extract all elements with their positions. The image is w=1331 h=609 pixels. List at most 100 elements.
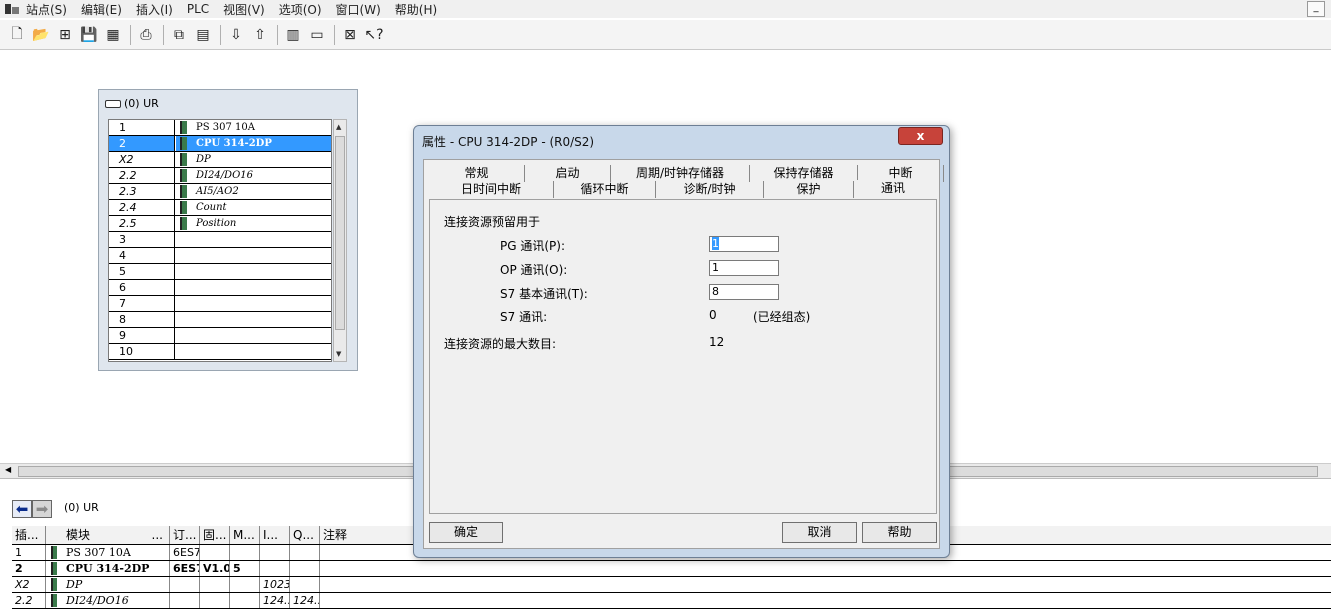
tab-diagnostics-clock[interactable]: 诊断/时钟 [656, 181, 764, 198]
rack-row[interactable]: X2 DP [109, 152, 331, 168]
rack-row[interactable]: 2.2 DI24/DO16 [109, 168, 331, 184]
rack-module: Count [176, 200, 331, 215]
module-icon [180, 201, 187, 214]
rack-row[interactable]: 6 [109, 280, 331, 296]
cell-m [230, 577, 260, 592]
scroll-up-icon[interactable]: ▲ [336, 123, 341, 131]
rack-row[interactable]: 7 [109, 296, 331, 312]
toolbar-separator [277, 24, 278, 45]
s7-configured-note: (已经组态) [753, 310, 811, 324]
rack-row[interactable]: 2 CPU 314-2DP [109, 136, 331, 152]
rack-module: Position [176, 216, 331, 231]
tab-startup[interactable]: 启动 [525, 165, 611, 182]
cell-slot: X2 [12, 577, 46, 592]
header-order[interactable]: 订... [170, 526, 200, 544]
menu-edit[interactable]: 编辑(E) [81, 1, 122, 18]
rack-icon [105, 99, 121, 108]
rack-row[interactable]: 2.5 Position [109, 216, 331, 232]
rack-scrollbar[interactable]: ▲ ▼ [333, 119, 347, 362]
tab-retentive-memory[interactable]: 保持存储器 [750, 165, 858, 182]
new-icon[interactable]: 🗋 [6, 24, 28, 46]
open-icon[interactable]: 📂 [30, 24, 52, 46]
menu-view[interactable]: 视图(V) [223, 1, 265, 18]
download-icon[interactable]: ⇩ [225, 24, 247, 46]
rack-row[interactable]: 10 [109, 344, 331, 360]
paste-icon[interactable]: ▤ [192, 24, 214, 46]
header-slot[interactable]: 插... [12, 526, 46, 544]
tab-protection[interactable]: 保护 [764, 181, 854, 198]
rack-window: (0) UR 1 PS 307 10A 2 CPU 314-2DP X2 DP 2.2 DI2… [98, 89, 358, 371]
menu-insert[interactable]: 插入(I) [136, 1, 173, 18]
rack-module-label: AI5/AO2 [196, 186, 239, 197]
rack-row[interactable]: 2.3 AI5/AO2 [109, 184, 331, 200]
save-compile-icon[interactable]: ▦ [102, 24, 124, 46]
back-arrow-icon[interactable]: ⬅ [12, 500, 32, 518]
cancel-button[interactable]: 取消 [782, 522, 857, 543]
dialog-title: 属性 - CPU 314-2DP - (R0/S2) [422, 135, 595, 149]
menu-options[interactable]: 选项(O) [279, 1, 322, 18]
forward-arrow-icon[interactable]: ➡ [32, 500, 52, 518]
section-label: 连接资源预留用于 [444, 215, 541, 229]
copy-icon[interactable]: ⧉ [168, 24, 190, 46]
cell-comment [320, 561, 1331, 576]
rack-title: (0) UR [105, 97, 159, 110]
menu-help[interactable]: 帮助(H) [395, 1, 437, 18]
header-firmware[interactable]: 固... [200, 526, 230, 544]
tab-time-of-day-interrupts[interactable]: 日时间中断 [429, 181, 554, 198]
network-icon[interactable]: ⊠ [339, 24, 361, 46]
rack-module: PS 307 10A [176, 120, 331, 135]
rack-module: AI5/AO2 [176, 184, 331, 199]
upload-icon[interactable]: ⇧ [249, 24, 271, 46]
header-module[interactable]: 模块... [46, 526, 170, 544]
tab-general[interactable]: 常规 [429, 165, 525, 182]
rack-slot: 7 [109, 296, 175, 311]
tab-cyclic-interrupts[interactable]: 循环中断 [554, 181, 656, 198]
rack-row[interactable]: 2.4 Count [109, 200, 331, 216]
rack-row[interactable]: 1 PS 307 10A [109, 120, 331, 136]
rack-module [176, 296, 331, 311]
pg-field[interactable]: 1 [709, 236, 779, 252]
toolbar-separator [220, 24, 221, 45]
rack-slot: 3 [109, 232, 175, 247]
catalog-icon[interactable]: ▥ [282, 24, 304, 46]
cell-order: 6ES7 [170, 545, 200, 560]
window-icon[interactable]: ▭ [306, 24, 328, 46]
rack-module [176, 280, 331, 295]
ok-button[interactable]: 确定 [429, 522, 503, 543]
rack-module: CPU 314-2DP [176, 136, 331, 151]
accessible-nodes-icon[interactable]: ⊞ [54, 24, 76, 46]
op-field[interactable]: 1 [709, 260, 779, 276]
cell-module-label: CPU 314-2DP [66, 562, 150, 575]
table-row[interactable]: X2 DP 1023* [12, 577, 1331, 593]
rack-module [176, 312, 331, 327]
help-button[interactable]: 帮助 [862, 522, 937, 543]
header-q-address[interactable]: Q... [290, 526, 320, 544]
header-i-address[interactable]: I... [260, 526, 290, 544]
s7-basic-field[interactable]: 8 [709, 284, 779, 300]
menu-plc[interactable]: PLC [187, 2, 209, 16]
table-row[interactable]: 2.2DI24/DO16124...124... [12, 593, 1331, 609]
save-icon[interactable]: 💾 [78, 24, 100, 46]
rack-row[interactable]: 3 [109, 232, 331, 248]
rack-row[interactable]: 8 [109, 312, 331, 328]
scroll-thumb[interactable] [335, 136, 345, 330]
rack-row[interactable]: 5 [109, 264, 331, 280]
cell-slot: 2 [12, 561, 46, 576]
context-help-icon[interactable]: ↖? [363, 24, 385, 46]
rack-row[interactable]: 9 [109, 328, 331, 344]
scroll-down-icon[interactable]: ▼ [336, 350, 341, 358]
scroll-left-icon[interactable]: ◀ [5, 465, 11, 474]
module-icon [180, 121, 187, 134]
tab-communication[interactable]: 通讯 [854, 180, 932, 197]
minimize-button[interactable]: _ [1307, 1, 1325, 17]
rack-slot: X2 [109, 152, 175, 167]
print-icon[interactable]: ⎙ [135, 24, 157, 46]
table-row[interactable]: 2 CPU 314-2DP 6ES7V1.05 [12, 561, 1331, 577]
menu-station[interactable]: 站点(S) [26, 1, 67, 18]
rack-row[interactable]: 4 [109, 248, 331, 264]
rack-slot: 10 [109, 344, 175, 359]
close-button[interactable]: x [898, 127, 943, 145]
menu-window[interactable]: 窗口(W) [336, 1, 381, 18]
tab-cycle-clock-memory[interactable]: 周期/时钟存储器 [611, 165, 750, 182]
header-mpi[interactable]: M... [230, 526, 260, 544]
